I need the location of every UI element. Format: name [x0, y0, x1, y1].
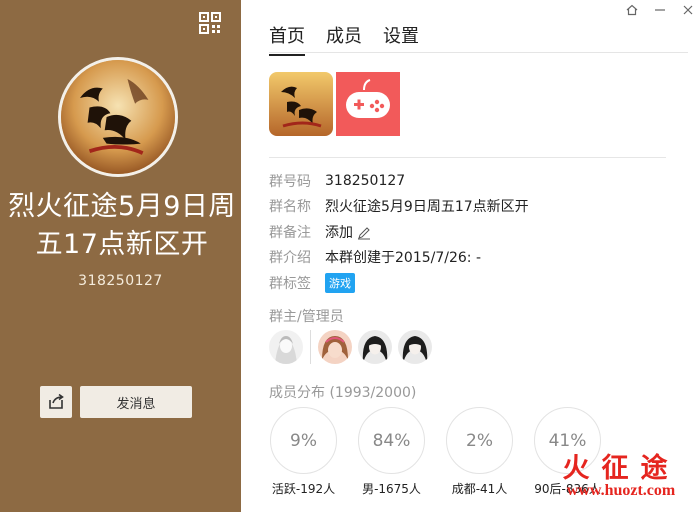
share-icon [49, 393, 64, 409]
admin-separator [310, 330, 311, 364]
gamepad-app-icon[interactable] [336, 72, 400, 136]
share-button[interactable] [40, 386, 72, 418]
stat-percent: 2% [446, 407, 513, 474]
tab-bar: 首页 成员 设置 [269, 22, 419, 56]
tab-home[interactable]: 首页 [269, 22, 305, 56]
game-app-icon[interactable] [269, 72, 333, 136]
watermark-url: www.huozt.com [566, 482, 676, 499]
admins-list [269, 330, 432, 364]
stat-label: 男-1675人 [362, 482, 421, 496]
info-row-tags: 群标签 游戏 [269, 270, 529, 296]
site-watermark: 火征途 www.huozt.com [544, 446, 698, 508]
info-label: 群介绍 [269, 250, 311, 267]
group-intro-value: 本群创建于2015/7/26: - [325, 250, 482, 267]
owner-avatar[interactable] [269, 330, 303, 364]
admin-avatar[interactable] [358, 330, 392, 364]
send-message-button[interactable]: 发消息 [80, 386, 192, 418]
group-apps [269, 72, 400, 136]
info-label: 群名称 [269, 199, 311, 216]
stat-label: 成都-41人 [451, 482, 508, 496]
minimize-icon[interactable] [652, 4, 668, 19]
tab-settings[interactable]: 设置 [383, 22, 419, 56]
admins-title: 群主/管理员 [269, 309, 344, 325]
info-row-remark: 群备注 添加 [269, 219, 529, 245]
info-label: 群备注 [269, 224, 311, 241]
edit-icon [358, 227, 370, 240]
section-divider [269, 157, 666, 158]
stat-percent: 9% [270, 407, 337, 474]
info-row-name: 群名称 烈火征途5月9日周五17点新区开 [269, 194, 529, 220]
group-profile-sidebar: 烈火征途5月9日周五17点新区开 318250127 发消息 [0, 0, 241, 512]
stat-male[interactable]: 84% 男-1675人 [358, 407, 425, 497]
group-id: 318250127 [78, 273, 163, 289]
add-remark-link[interactable]: 添加 [325, 222, 371, 242]
tab-members[interactable]: 成员 [326, 22, 362, 56]
tab-divider [269, 52, 688, 53]
group-info: 群号码 318250127 群名称 烈火征途5月9日周五17点新区开 群备注 添… [269, 168, 529, 296]
stat-percent: 84% [358, 407, 425, 474]
watermark-brand: 火征途 [562, 453, 680, 484]
info-row-number: 群号码 318250127 [269, 168, 529, 194]
add-remark-label: 添加 [325, 224, 353, 241]
qr-code-icon[interactable] [199, 12, 221, 34]
stat-active[interactable]: 9% 活跃-192人 [270, 407, 337, 497]
window-controls [624, 4, 700, 19]
home-icon[interactable] [624, 4, 640, 19]
group-name-value: 烈火征途5月9日周五17点新区开 [325, 199, 529, 216]
group-number-value: 318250127 [325, 172, 406, 189]
member-distribution-title: 成员分布 (1993/2000) [269, 385, 417, 401]
info-label: 群标签 [269, 275, 311, 292]
admin-avatar[interactable] [398, 330, 432, 364]
info-row-intro: 群介绍 本群创建于2015/7/26: - [269, 245, 529, 271]
group-avatar[interactable] [58, 57, 178, 177]
tag-badge[interactable]: 游戏 [325, 272, 355, 293]
info-label: 群号码 [269, 173, 311, 190]
stat-label: 活跃-192人 [271, 482, 336, 496]
group-name: 烈火征途5月9日周五17点新区开 [8, 191, 236, 260]
stat-location[interactable]: 2% 成都-41人 [446, 407, 513, 497]
close-icon[interactable] [680, 4, 696, 19]
admin-avatar[interactable] [318, 330, 352, 364]
